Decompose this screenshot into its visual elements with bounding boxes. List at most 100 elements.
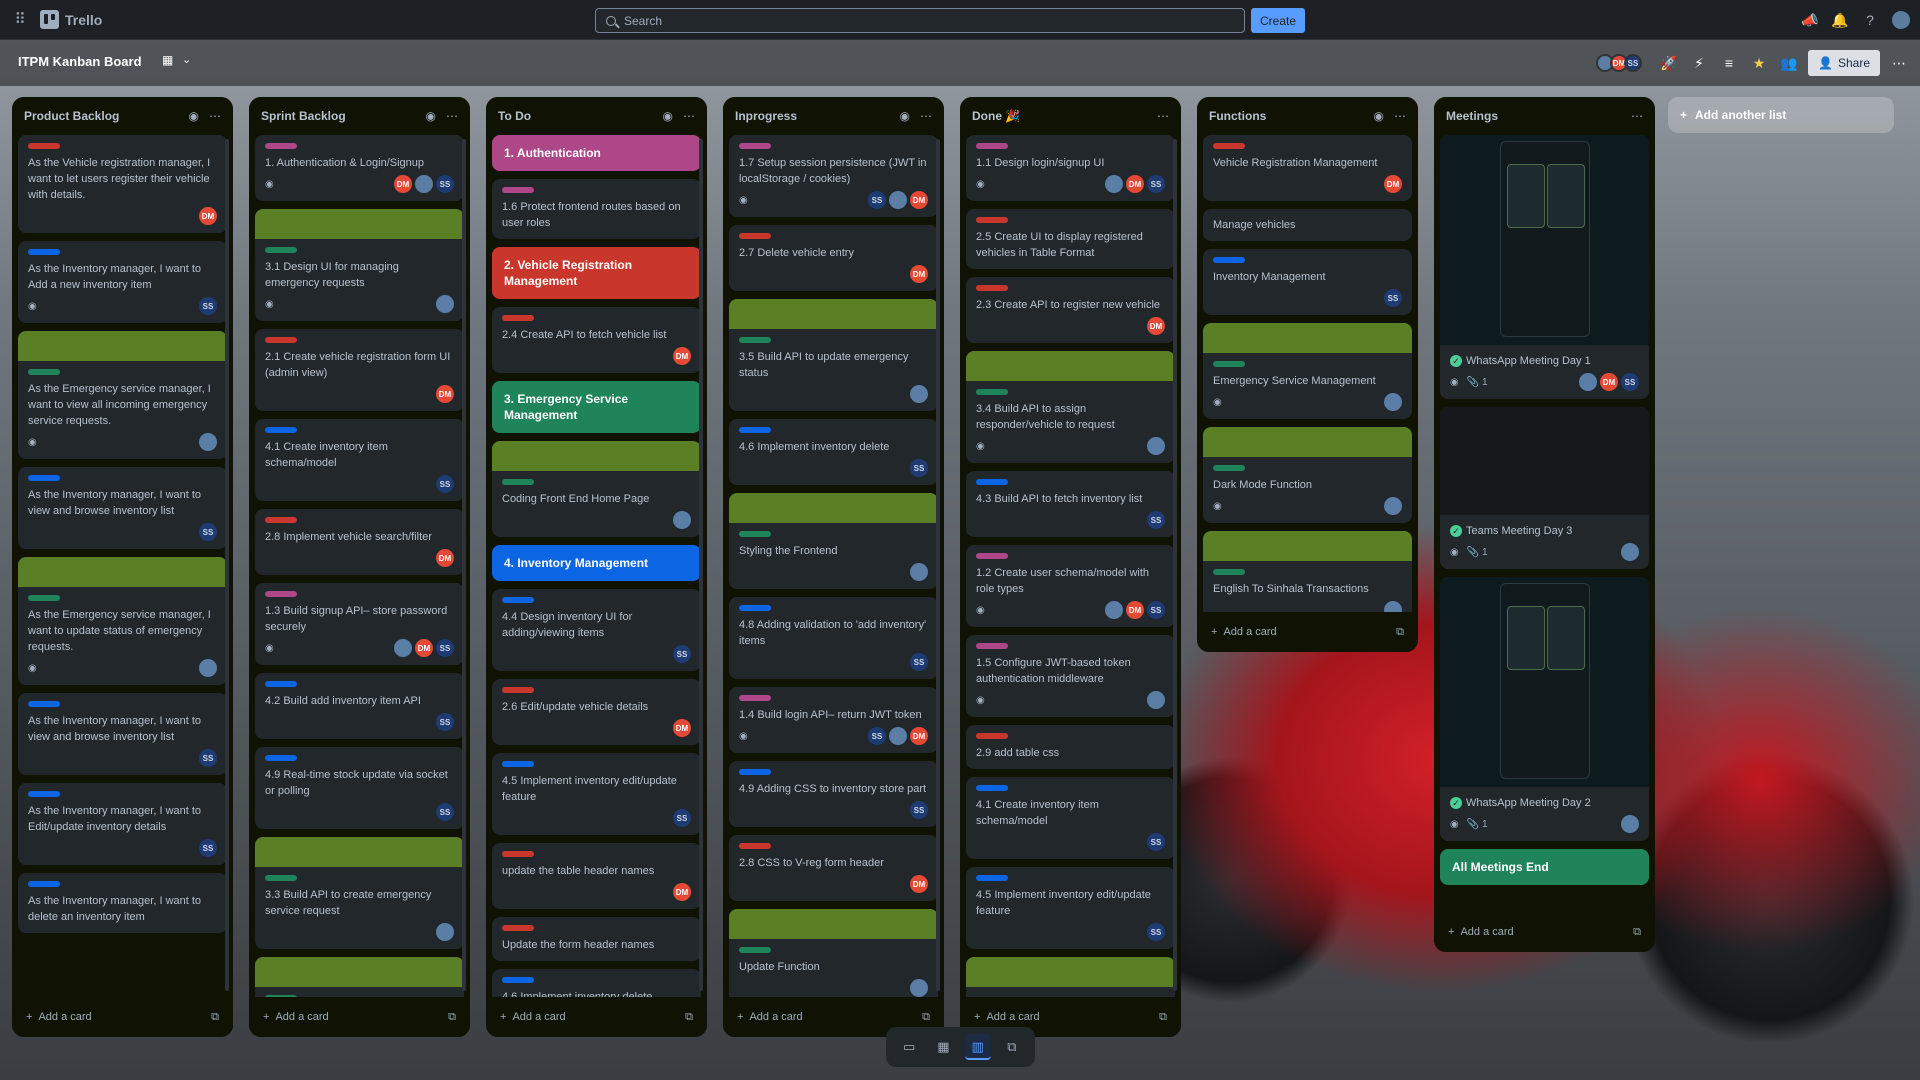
add-card-button[interactable]: + Add a card xyxy=(26,1011,92,1023)
avatar[interactable] xyxy=(199,659,217,677)
avatar[interactable]: SS xyxy=(436,803,454,821)
card-label[interactable] xyxy=(976,643,1008,649)
eye-icon[interactable]: ◉ xyxy=(1374,109,1384,123)
card[interactable]: 4.6 Implement inventory delete SS xyxy=(729,419,938,485)
avatar[interactable]: DM xyxy=(1600,373,1618,391)
card[interactable]: 1.5 Configure JWT-based token authentica… xyxy=(966,635,1175,717)
card[interactable]: Inventory Management SS xyxy=(1203,249,1412,315)
list-scrollbar[interactable] xyxy=(699,139,703,991)
board-icon[interactable]: ▥ xyxy=(964,1034,991,1060)
avatar[interactable]: SS xyxy=(436,713,454,731)
card[interactable]: 4.9 Real-time stock update via socket or… xyxy=(255,747,464,829)
avatar[interactable] xyxy=(889,727,907,745)
more-icon[interactable]: ⋯ xyxy=(209,109,221,123)
board-members[interactable]: DM SS xyxy=(1596,54,1643,72)
card[interactable]: 4.5 Implement inventory edit/update feat… xyxy=(492,753,701,835)
avatar[interactable]: DM xyxy=(436,385,454,403)
avatar[interactable]: DM xyxy=(1147,317,1165,335)
more-icon[interactable]: ⋯ xyxy=(683,109,695,123)
avatar[interactable] xyxy=(1579,373,1597,391)
add-list-button[interactable]: + Add another list xyxy=(1668,97,1894,133)
megaphone-icon[interactable]: 📣 xyxy=(1800,10,1820,30)
list-title[interactable]: Done 🎉 xyxy=(972,109,1020,123)
card[interactable]: 1.2 Create user schema/model with role t… xyxy=(966,545,1175,627)
card-label[interactable] xyxy=(265,681,297,687)
template-icon[interactable]: ⧉ xyxy=(448,1011,456,1024)
avatar[interactable]: SS xyxy=(436,175,454,193)
card-label[interactable] xyxy=(976,389,1008,395)
card[interactable]: 4.2 Build add inventory item API SS xyxy=(255,673,464,739)
create-button[interactable]: Create xyxy=(1251,8,1305,33)
add-card-button[interactable]: + Add a card xyxy=(737,1011,803,1023)
more-icon[interactable]: ⋯ xyxy=(1631,109,1643,123)
list-scrollbar[interactable] xyxy=(225,139,229,991)
card[interactable]: 2.7 Delete vehicle entry DM xyxy=(729,225,938,291)
card-label[interactable] xyxy=(739,427,771,433)
card-label[interactable] xyxy=(28,249,60,255)
avatar[interactable] xyxy=(1147,437,1165,455)
chevron-down-icon[interactable]: ⌄ xyxy=(182,53,191,66)
template-icon[interactable]: ⧉ xyxy=(685,1011,693,1024)
card[interactable]: 1. Authentication xyxy=(492,135,701,171)
card[interactable]: Coding Front End Home Page xyxy=(492,441,701,537)
card[interactable]: 2.8 CSS to V-reg form header DM xyxy=(729,835,938,901)
card[interactable]: 2.8 Implement vehicle search/filter DM xyxy=(255,509,464,575)
share-button[interactable]: 👤 Share xyxy=(1808,50,1880,76)
card-label[interactable] xyxy=(265,427,297,433)
card-label[interactable] xyxy=(1213,257,1245,263)
avatar[interactable]: DM xyxy=(199,207,217,225)
card-label[interactable] xyxy=(28,881,60,887)
card[interactable]: ✓ WhatsApp Meeting Day 2 ◉ 📎 1 xyxy=(1440,577,1649,841)
add-card-button[interactable]: + Add a card xyxy=(1448,926,1514,938)
card-label[interactable] xyxy=(739,233,771,239)
card[interactable]: 1. Authentication & Login/Signup ◉ DM SS xyxy=(255,135,464,201)
add-card-button[interactable]: + Add a card xyxy=(974,1011,1040,1023)
card-label[interactable] xyxy=(1213,465,1245,471)
avatar[interactable]: SS xyxy=(910,459,928,477)
trello-logo[interactable]: Trello xyxy=(40,10,102,29)
card[interactable]: 3.4 Build API to assign responder/vehicl… xyxy=(966,351,1175,463)
card[interactable]: As the Emergency service manager, I want… xyxy=(18,557,227,685)
calendar-icon[interactable]: ▦ xyxy=(930,1034,956,1060)
more-icon[interactable]: ⋯ xyxy=(446,109,458,123)
card[interactable]: Dark Mode Function ◉ xyxy=(1203,427,1412,523)
avatar[interactable] xyxy=(394,639,412,657)
template-icon[interactable]: ⧉ xyxy=(1633,926,1641,939)
list-title[interactable]: Meetings xyxy=(1446,109,1498,123)
card-label[interactable] xyxy=(739,337,771,343)
more-icon[interactable]: ⋯ xyxy=(920,109,932,123)
help-icon[interactable]: ? xyxy=(1860,10,1880,30)
avatar[interactable] xyxy=(910,979,928,997)
card-label[interactable] xyxy=(265,517,297,523)
search-input[interactable] xyxy=(624,13,1224,28)
card-label[interactable] xyxy=(739,143,771,149)
card-label[interactable] xyxy=(976,143,1008,149)
avatar[interactable]: DM xyxy=(436,549,454,567)
card-label[interactable] xyxy=(28,369,60,375)
inbox-icon[interactable]: ▭ xyxy=(896,1034,922,1060)
app-switcher-icon[interactable]: ⠿ xyxy=(10,10,30,30)
card[interactable]: Vehicle Registration Management DM xyxy=(1203,135,1412,201)
avatar[interactable] xyxy=(910,563,928,581)
card-label[interactable] xyxy=(265,337,297,343)
avatar[interactable] xyxy=(910,385,928,403)
eye-icon[interactable]: ◉ xyxy=(426,109,436,123)
avatar[interactable]: SS xyxy=(436,639,454,657)
card[interactable]: 1.7 Setup session persistence (JWT in lo… xyxy=(729,135,938,217)
eye-icon[interactable]: ◉ xyxy=(663,109,673,123)
avatar[interactable] xyxy=(1147,691,1165,709)
card-label[interactable] xyxy=(976,479,1008,485)
card[interactable]: 4.1 Create inventory item schema/model SS xyxy=(966,777,1175,859)
avatar[interactable]: SS xyxy=(1147,833,1165,851)
card[interactable]: As the Inventory manager, I want to view… xyxy=(18,693,227,775)
card[interactable]: 2.1 Create vehicle registration form UI … xyxy=(255,329,464,411)
avatar[interactable]: DM xyxy=(1126,601,1144,619)
card-label[interactable] xyxy=(976,553,1008,559)
card[interactable]: 1.6 Protect frontend routes based on use… xyxy=(492,179,701,239)
card-label[interactable] xyxy=(976,733,1008,739)
avatar[interactable]: SS xyxy=(910,801,928,819)
card[interactable]: 4.1 Create inventory item schema/model SS xyxy=(255,419,464,501)
avatar[interactable] xyxy=(436,295,454,313)
card-label[interactable] xyxy=(28,143,60,149)
card-label[interactable] xyxy=(976,217,1008,223)
